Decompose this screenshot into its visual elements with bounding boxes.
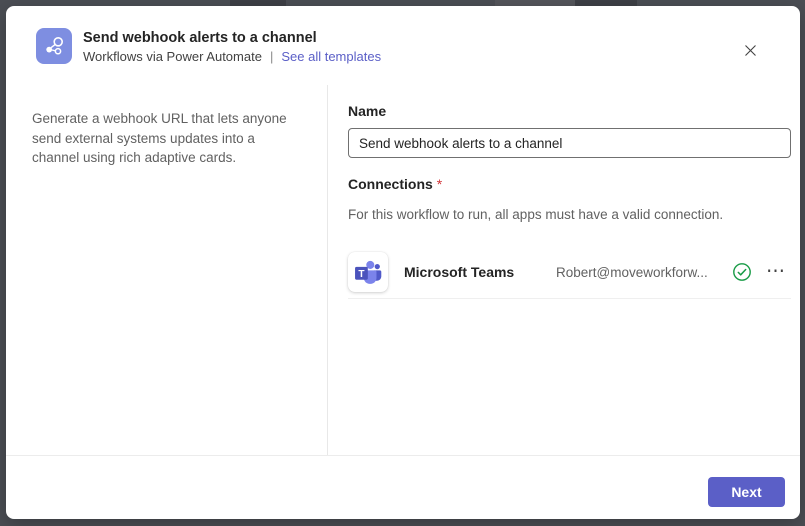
dialog-header-text: Send webhook alerts to a channel Workflo… — [83, 28, 381, 66]
dialog-subtitle-row: Workflows via Power Automate | See all t… — [83, 48, 381, 66]
dialog-body: Generate a webhook URL that lets anyone … — [6, 85, 800, 455]
dialog-header: Send webhook alerts to a channel Workflo… — [6, 6, 800, 85]
connection-app-name: Microsoft Teams — [404, 264, 556, 280]
workflow-template-dialog: Send webhook alerts to a channel Workflo… — [6, 6, 800, 519]
next-button[interactable]: Next — [708, 477, 785, 507]
required-asterisk: * — [437, 176, 442, 192]
name-input[interactable] — [348, 128, 791, 158]
connections-label-row: Connections * — [348, 176, 791, 192]
name-label: Name — [348, 103, 791, 119]
close-icon — [743, 43, 758, 58]
connection-row: T Microsoft Teams Robert@moveworkforw...… — [348, 252, 791, 299]
dialog-footer: Next — [6, 455, 800, 519]
close-button[interactable] — [736, 36, 764, 64]
dialog-title: Send webhook alerts to a channel — [83, 29, 381, 47]
connections-help-text: For this workflow to run, all apps must … — [348, 206, 791, 223]
dialog-subtitle: Workflows via Power Automate — [83, 48, 262, 66]
share-icon — [43, 35, 65, 57]
more-options-icon: ⋯ — [766, 261, 787, 282]
connection-more-options-button[interactable]: ⋯ — [762, 265, 791, 279]
workflow-app-icon — [36, 28, 72, 64]
connections-label: Connections — [348, 176, 433, 192]
connection-account: Robert@moveworkforw... — [556, 265, 732, 280]
svg-text:T: T — [358, 269, 365, 280]
microsoft-teams-icon: T — [348, 252, 388, 292]
microsoft-teams-logo-icon: T — [353, 258, 383, 286]
subtitle-separator: | — [270, 48, 273, 66]
see-all-templates-link[interactable]: See all templates — [281, 48, 381, 66]
template-description-panel: Generate a webhook URL that lets anyone … — [6, 85, 328, 455]
configuration-panel: Name Connections * For this workflow to … — [328, 85, 800, 455]
template-description: Generate a webhook URL that lets anyone … — [32, 109, 299, 168]
connection-valid-check-icon — [732, 262, 752, 282]
